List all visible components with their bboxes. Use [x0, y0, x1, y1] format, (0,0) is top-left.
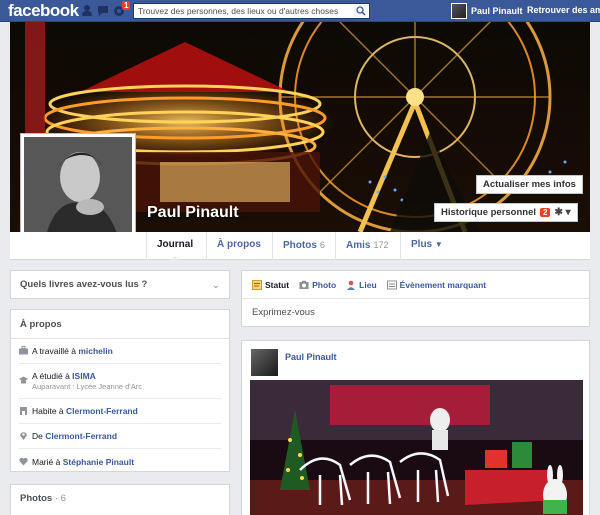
activity-log-badge: 2 — [540, 208, 551, 217]
work-link[interactable]: michelin — [78, 346, 112, 356]
top-user-link[interactable]: Paul Pinault — [451, 2, 523, 20]
composer-tab-place[interactable]: Lieu — [346, 279, 377, 290]
notifications-badge: 1 — [122, 1, 131, 10]
search-box — [133, 3, 370, 19]
city-link[interactable]: Clermont-Ferrand — [66, 406, 138, 416]
info-married: Marié à Stéphanie Pinault — [32, 457, 221, 467]
avatar[interactable] — [251, 349, 278, 376]
status-input[interactable]: Exprimez-vous — [252, 307, 315, 318]
status-icon — [252, 279, 262, 290]
info-prefix: A travaillé à — [32, 346, 79, 356]
tab-photos[interactable]: Photos 6 — [272, 232, 335, 260]
tab-label: Amis — [346, 240, 371, 251]
photos-panel-title[interactable]: Photos · 6 — [20, 493, 66, 504]
info-study: A étudié à ISIMA — [32, 371, 221, 381]
tab-about[interactable]: À propos — [206, 232, 271, 260]
info-prefix: A étudié à — [32, 371, 73, 381]
find-friends-link[interactable]: Retrouver des amis — [527, 5, 600, 15]
photos-panel: Photos · 6 — [10, 484, 230, 515]
composer-tab-status[interactable]: Statut — [252, 279, 290, 290]
top-user-name: Paul Pinault — [471, 6, 523, 16]
update-info-button[interactable]: Actualiser mes infos — [476, 175, 583, 194]
composer-tab-label: Évènement marquant — [399, 279, 487, 290]
education-icon — [19, 376, 28, 384]
life-event-icon — [386, 280, 397, 289]
search-icon[interactable] — [354, 5, 368, 17]
timeline-post: Paul Pinault — [241, 340, 590, 515]
tab-label: Photos — [283, 240, 317, 251]
friend-requests-icon[interactable] — [81, 4, 93, 17]
chevron-down-icon: ▼ — [434, 240, 443, 249]
books-question: Quels livres avez-vous lus ? — [20, 279, 148, 290]
info-study-previous: Auparavant : Lycée Jeanne d'Arc — [32, 382, 142, 391]
composer-tab-life-event[interactable]: Évènement marquant — [386, 279, 487, 290]
avatar — [451, 3, 467, 19]
profile-picture-image — [24, 137, 132, 243]
home-icon — [20, 407, 27, 415]
activity-log-label: Historique personnel — [441, 207, 537, 218]
info-prefix: Marié à — [32, 456, 63, 467]
list-item: A travaillé à michelin — [19, 339, 221, 364]
camera-icon — [299, 280, 309, 289]
profile-name[interactable]: Paul Pinault — [147, 204, 239, 222]
person-pin-icon — [347, 280, 356, 290]
profile-picture[interactable] — [20, 133, 136, 247]
facebook-logo[interactable]: facebook — [8, 1, 79, 21]
location-pin-icon — [20, 432, 27, 440]
tab-count: 6 — [319, 240, 325, 250]
profile-tabs: Journal À propos Photos 6 Amis 172 Plus ▼ — [10, 232, 590, 261]
status-composer: Statut Photo Lieu Évènement marquant Exp… — [241, 270, 590, 327]
info-work: A travaillé à michelin — [32, 346, 221, 356]
search-input[interactable] — [134, 4, 349, 18]
photos-count: · 6 — [54, 493, 66, 504]
school-link[interactable]: ISIMA — [72, 371, 96, 381]
post-author[interactable]: Paul Pinault — [285, 352, 337, 362]
about-panel: À propos A travaillé à michelin A étudié… — [10, 309, 230, 472]
info-prefix: De — [32, 431, 46, 441]
composer-type-tabs: Statut Photo Lieu Évènement marquant — [242, 271, 589, 299]
tab-label: Plus — [411, 239, 433, 250]
list-item: Marié à Stéphanie Pinault — [19, 449, 221, 474]
composer-tab-label: Lieu — [359, 279, 377, 290]
tab-count: 172 — [373, 240, 389, 250]
briefcase-icon — [19, 346, 28, 355]
top-navigation-bar: facebook 1 Paul Pinault Retrouver des am… — [0, 0, 600, 22]
about-title[interactable]: À propos — [11, 310, 229, 339]
composer-tab-photo[interactable]: Photo — [299, 280, 336, 290]
list-item: A étudié à ISIMA Auparavant : Lycée Jean… — [19, 364, 221, 399]
list-item: Habite à Clermont-Ferrand — [19, 399, 221, 424]
activity-log-button[interactable]: Historique personnel 2 ✱ ▾ — [434, 203, 578, 222]
photos-title: Photos — [20, 493, 53, 504]
tab-journal[interactable]: Journal — [146, 232, 203, 261]
messages-icon[interactable] — [97, 4, 109, 17]
heart-icon — [19, 457, 28, 465]
composer-tab-label: Photo — [312, 279, 337, 290]
post-photo[interactable] — [250, 380, 583, 515]
info-from: De Clermont-Ferrand — [32, 431, 221, 441]
tab-label: Journal — [157, 239, 194, 250]
gear-icon[interactable]: ✱ ▾ — [554, 207, 570, 218]
tab-friends[interactable]: Amis 172 — [335, 232, 398, 260]
post-photo-image — [250, 380, 583, 515]
chevron-down-icon[interactable]: ⌄ — [212, 280, 220, 291]
info-lives: Habite à Clermont-Ferrand — [32, 406, 221, 416]
books-question-panel[interactable]: Quels livres avez-vous lus ? ⌄ — [10, 270, 230, 299]
tab-label: À propos — [217, 239, 261, 250]
spouse-link[interactable]: Stéphanie Pinault — [63, 457, 134, 467]
list-item: De Clermont-Ferrand — [19, 424, 221, 449]
tab-more[interactable]: Plus ▼ — [400, 232, 453, 260]
composer-tab-label: Statut — [265, 279, 290, 290]
hometown-link[interactable]: Clermont-Ferrand — [45, 431, 117, 441]
info-prefix: Habite à — [32, 406, 67, 416]
